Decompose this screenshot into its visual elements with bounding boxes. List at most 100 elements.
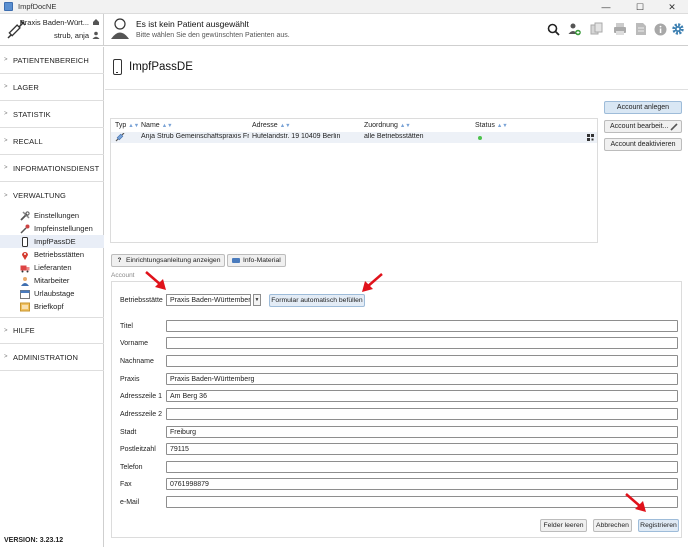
edit-account-label: Account bearbeit... <box>610 123 669 130</box>
sidebar-subitem-einstellungen[interactable]: Einstellungen <box>0 209 104 222</box>
edit-account-button[interactable]: Account bearbeit... <box>604 120 682 133</box>
app-icon <box>4 2 13 11</box>
clear-fields-button[interactable]: Felder leeren <box>540 519 587 532</box>
document-icon[interactable] <box>634 22 648 36</box>
sidebar: > PATIENTENBEREICH > LAGER > STATISTIK > REC… <box>0 47 104 547</box>
column-header-status[interactable]: Status ▲▼ <box>475 122 508 129</box>
label-email: e-Mail <box>120 499 140 506</box>
annotation-arrow <box>145 271 166 290</box>
home-icon[interactable] <box>92 18 100 26</box>
label-betriebsstaette: Betriebsstätte <box>120 297 163 304</box>
sidebar-item-label: STATISTIK <box>13 109 51 119</box>
calendar-icon <box>20 289 30 299</box>
gear-icon[interactable] <box>671 22 685 36</box>
sidebar-subitem-label: Impfeinstellungen <box>34 224 93 233</box>
question-icon: ? <box>117 257 122 264</box>
info-material-button[interactable]: Info-Material <box>227 254 286 267</box>
sidebar-item-informationsdienst[interactable]: > INFORMATIONSDIENST <box>0 155 104 182</box>
fax-field[interactable]: 0761998879 <box>166 478 678 490</box>
sidebar-item-administration[interactable]: > ADMINISTRATION <box>0 344 104 371</box>
sidebar-item-label: ADMINISTRATION <box>13 352 79 362</box>
cancel-button[interactable]: Abbrechen <box>593 519 632 532</box>
table-row[interactable]: Anja Strub Gemeinschaftspraxis Fr... Huf… <box>111 132 597 143</box>
accounts-table: Typ ▲▼ Name ▲▼ Adresse ▲▼ Zuordnung ▲▼ Statu… <box>110 118 598 243</box>
label-adresszeile-2: Adresszeile 2 <box>120 411 163 418</box>
postal-code-field[interactable]: 79115 <box>166 443 678 455</box>
tools-icon <box>20 210 30 221</box>
chevron-down-icon[interactable]: ▼ <box>253 294 261 306</box>
deactivate-account-button[interactable]: Account deaktivieren <box>604 138 682 151</box>
account-form: Betriebsstätte Praxis Baden-Württemberg … <box>111 281 682 538</box>
first-name-field[interactable] <box>166 337 678 349</box>
add-patient-icon[interactable] <box>567 22 581 36</box>
address-line-2-field[interactable] <box>166 408 678 420</box>
main-content: ImpfPassDE Typ ▲▼ Name ▲▼ Adresse ▲▼ Zuordn… <box>105 47 688 547</box>
patient-avatar-icon <box>111 18 129 39</box>
patient-title: Es ist kein Patient ausgewählt <box>136 19 249 29</box>
copy-icon[interactable] <box>590 22 604 36</box>
pencil-icon <box>670 123 678 131</box>
cell-address: Hufelandstr. 19 10409 Berlin <box>252 133 341 140</box>
user-name: strub, anja <box>53 31 89 40</box>
practice-name: Praxis Baden-Würt... <box>19 18 89 27</box>
label-praxis: Praxis <box>120 376 140 383</box>
city-field[interactable]: Freiburg <box>166 426 678 438</box>
sidebar-item-lager[interactable]: > LAGER <box>0 74 104 101</box>
section-label-account: Account <box>111 272 135 279</box>
sidebar-subitem-impfpassde[interactable]: ImpfPassDE <box>0 235 104 248</box>
sidebar-item-statistik[interactable]: > STATISTIK <box>0 101 104 128</box>
create-account-button[interactable]: Account anlegen <box>604 101 682 114</box>
sidebar-item-label: PATIENTENBEREICH <box>13 55 89 65</box>
sidebar-subitem-label: Einstellungen <box>34 211 80 220</box>
close-button[interactable]: ✕ <box>656 0 688 14</box>
email-field[interactable] <box>166 496 678 508</box>
book-icon <box>232 258 240 263</box>
patient-info[interactable]: Es ist kein Patient ausgewählt Bitte wäh… <box>108 16 408 44</box>
address-line-1-field[interactable]: Am Berg 36 <box>166 390 678 402</box>
last-name-field[interactable] <box>166 355 678 367</box>
sidebar-item-patientenbereich[interactable]: > PATIENTENBEREICH <box>0 47 104 74</box>
truck-icon <box>20 265 30 272</box>
register-button[interactable]: Registrieren <box>638 519 679 532</box>
sidebar-subitem-lieferanten[interactable]: Lieferanten <box>0 261 104 274</box>
label-vorname: Vorname <box>120 340 149 347</box>
autofill-button[interactable]: Formular automatisch befüllen <box>269 294 365 307</box>
phone-icon <box>113 59 122 75</box>
setup-guide-button[interactable]: ? Einrichtungsanleitung anzeigen <box>111 254 226 267</box>
practice-field[interactable]: Praxis Baden-Württemberg <box>166 373 678 385</box>
label-adresszeile-1: Adresszeile 1 <box>120 393 163 400</box>
sidebar-item-verwaltung[interactable]: > VERWALTUNG <box>0 182 104 209</box>
staff-icon <box>21 276 29 286</box>
label-telefon: Telefon <box>120 464 143 471</box>
sidebar-subitem-mitarbeiter[interactable]: Mitarbeiter <box>0 274 104 287</box>
site-select[interactable]: Praxis Baden-Württemberg <box>166 294 251 306</box>
practice-selector[interactable]: Praxis Baden-Würt... strub, anja <box>0 14 104 46</box>
title-field[interactable] <box>166 320 678 332</box>
column-header-typ[interactable]: Typ ▲▼ <box>115 122 139 129</box>
minimize-button[interactable]: — <box>590 0 622 14</box>
sidebar-subitem-briefkopf[interactable]: Briefkopf <box>0 300 104 313</box>
sidebar-subitem-betriebsstaetten[interactable]: Betriebsstätten <box>0 248 104 261</box>
cell-name: Anja Strub Gemeinschaftspraxis Fr... <box>141 133 249 140</box>
sidebar-subitem-urlaubstage[interactable]: Urlaubstage <box>0 287 104 300</box>
sidebar-item-label: HILFE <box>13 326 35 335</box>
label-stadt: Stadt <box>120 429 137 436</box>
column-header-adresse[interactable]: Adresse ▲▼ <box>252 122 291 129</box>
maximize-button[interactable]: ☐ <box>624 0 656 14</box>
syringe-type-icon <box>115 133 125 142</box>
user-icon[interactable] <box>92 31 100 39</box>
phone-field[interactable] <box>166 461 678 473</box>
column-header-zuordnung[interactable]: Zuordnung ▲▼ <box>364 122 411 129</box>
qr-code-icon[interactable] <box>587 134 594 141</box>
letterhead-icon <box>20 302 30 311</box>
sidebar-item-hilfe[interactable]: > HILFE <box>0 317 104 344</box>
info-icon[interactable] <box>653 22 667 36</box>
sidebar-subitem-impfeinstellungen[interactable]: Impfeinstellungen <box>0 222 104 235</box>
sidebar-subitem-label: Mitarbeiter <box>34 276 70 285</box>
print-icon[interactable] <box>613 22 627 36</box>
version-label: VERSION: 3.23.12 <box>4 537 64 544</box>
search-icon[interactable] <box>546 22 560 36</box>
label-postleitzahl: Postleitzahl <box>120 446 156 453</box>
sidebar-item-recall[interactable]: > RECALL <box>0 128 104 155</box>
column-header-name[interactable]: Name ▲▼ <box>141 122 173 129</box>
